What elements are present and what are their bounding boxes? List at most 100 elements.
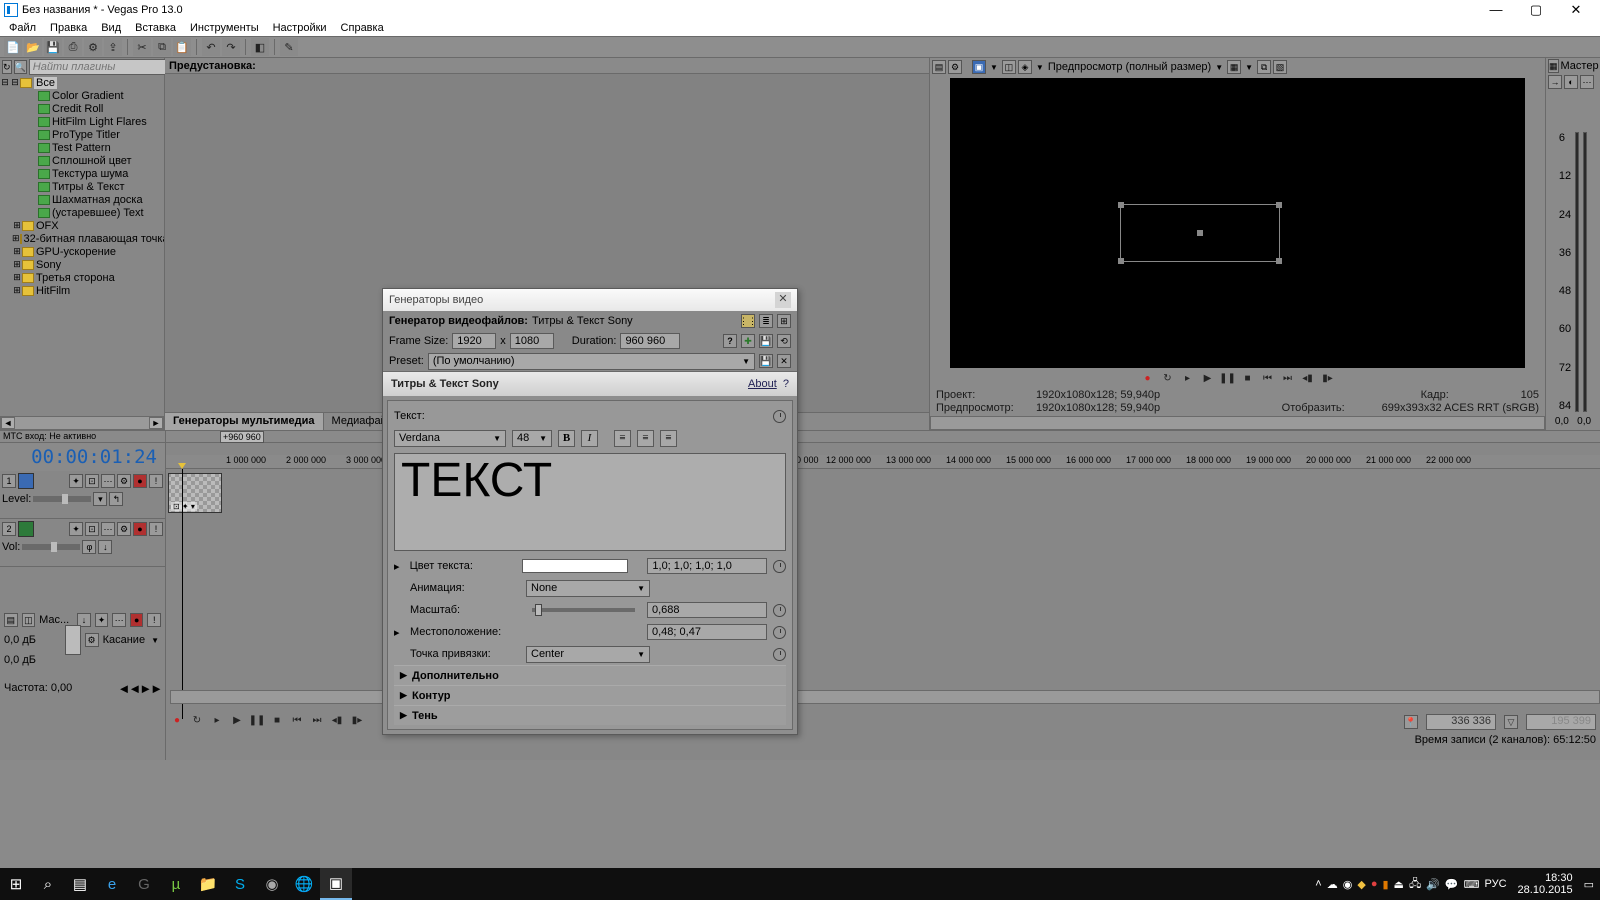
section-outline[interactable]: ▶Контур bbox=[394, 685, 786, 705]
frame-width-input[interactable] bbox=[452, 333, 496, 349]
list-view-icon[interactable]: ≣ bbox=[759, 314, 773, 328]
explorer-icon[interactable]: 📁 bbox=[192, 868, 224, 900]
edge-icon[interactable]: e bbox=[96, 868, 128, 900]
track-automation-button[interactable]: ⚙ bbox=[117, 474, 131, 488]
play-start-button[interactable]: ▸ bbox=[1181, 371, 1195, 385]
pos-marker-icon[interactable]: ▽ bbox=[1504, 715, 1518, 729]
master-icon[interactable]: ▦ bbox=[1548, 59, 1559, 73]
track-mute-button[interactable]: ● bbox=[133, 474, 147, 488]
track-motion-button[interactable]: ⊡ bbox=[85, 522, 99, 536]
tray-volume-icon[interactable]: 🔊 bbox=[1426, 878, 1440, 891]
tl-record-button[interactable]: ● bbox=[170, 713, 184, 727]
section-additional[interactable]: ▶Дополнительно bbox=[394, 665, 786, 685]
search-button[interactable]: ⌕ bbox=[32, 868, 64, 900]
system-tray[interactable]: ˄ ☁ ◉ ◆ ● ▮ ⏏ 🖧 🔊 💬 ⌨ РУС 18:30 28.10.20… bbox=[1309, 872, 1600, 896]
tl-play-start-button[interactable]: ▸ bbox=[210, 713, 224, 727]
duration-input[interactable] bbox=[620, 333, 680, 349]
align-right-button[interactable]: ≡ bbox=[660, 430, 677, 447]
preview-ext-icon[interactable]: ▤ bbox=[932, 60, 946, 74]
tray-lang[interactable]: РУС bbox=[1485, 878, 1507, 890]
grid-view-icon[interactable]: ⊞ bbox=[777, 314, 791, 328]
prev-frame-button[interactable]: ◂▮ bbox=[1301, 371, 1315, 385]
pos-selection-start[interactable]: 336 336 bbox=[1426, 714, 1496, 730]
minimize-button[interactable]: — bbox=[1476, 0, 1516, 19]
mixer-solo-icon[interactable]: ⋯ bbox=[112, 613, 126, 627]
bold-button[interactable]: B bbox=[558, 430, 575, 447]
record-button[interactable]: ● bbox=[1141, 371, 1155, 385]
align-left-button[interactable]: ≡ bbox=[614, 430, 631, 447]
quality-icon[interactable]: ◈ bbox=[1018, 60, 1032, 74]
keyframe-icon[interactable] bbox=[773, 560, 786, 573]
tab-media-generators[interactable]: Генераторы мультимедиа bbox=[165, 413, 324, 430]
playhead[interactable] bbox=[182, 469, 183, 719]
new-icon[interactable]: 📄 bbox=[4, 38, 22, 56]
help-link[interactable]: ? bbox=[783, 378, 789, 390]
snap-label[interactable]: Касание bbox=[103, 634, 145, 646]
master-mute-icon[interactable]: ◐ bbox=[1564, 75, 1578, 89]
mixer-icon[interactable]: ▤ bbox=[4, 613, 18, 627]
track-more-button[interactable]: ⋯ bbox=[101, 522, 115, 536]
delete-preset-icon[interactable]: ✕ bbox=[777, 354, 791, 368]
copy-icon[interactable]: ⧉ bbox=[153, 38, 171, 56]
track-mute-button[interactable]: ● bbox=[133, 522, 147, 536]
anchor-combo[interactable]: Center▼ bbox=[526, 646, 650, 663]
color-value-input[interactable] bbox=[647, 558, 767, 574]
tray-chevron-icon[interactable]: ˄ bbox=[1315, 878, 1321, 890]
menu-tools[interactable]: Инструменты bbox=[183, 22, 266, 34]
tray-app-icon[interactable]: ▮ bbox=[1382, 878, 1388, 891]
next-frame-button[interactable]: ▮▸ bbox=[1321, 371, 1335, 385]
tray-usb-icon[interactable]: ⏏ bbox=[1394, 878, 1404, 891]
track-fx-button[interactable]: ✦ bbox=[69, 474, 83, 488]
tl-pause-button[interactable]: ❚❚ bbox=[250, 713, 264, 727]
help-icon[interactable]: ? bbox=[723, 334, 737, 348]
search-icon[interactable]: 🔍 bbox=[14, 60, 27, 74]
sidebar-hscroll[interactable]: ◄► bbox=[0, 416, 164, 430]
redo-icon[interactable]: ↷ bbox=[222, 38, 240, 56]
replace-icon[interactable]: ⟲ bbox=[777, 334, 791, 348]
tray-notifications-icon[interactable]: ▭ bbox=[1584, 878, 1594, 891]
split-icon[interactable]: ◫ bbox=[1002, 60, 1016, 74]
go-end-button[interactable]: ⏭ bbox=[1281, 371, 1295, 385]
utorrent-icon[interactable]: µ bbox=[160, 868, 192, 900]
menu-view[interactable]: Вид bbox=[94, 22, 128, 34]
section-shadow[interactable]: ▶Тень bbox=[394, 705, 786, 725]
parent-button[interactable]: ↰ bbox=[109, 492, 123, 506]
save-preset-icon[interactable]: 💾 bbox=[759, 334, 773, 348]
tray-keyboard-icon[interactable]: ⌨ bbox=[1464, 878, 1480, 891]
stop-button[interactable]: ■ bbox=[1241, 371, 1255, 385]
region-marker[interactable]: +960 960 bbox=[220, 431, 264, 443]
color-swatch[interactable] bbox=[522, 559, 628, 573]
tray-cloud-icon[interactable]: ☁ bbox=[1327, 878, 1338, 891]
undo-icon[interactable]: ↶ bbox=[202, 38, 220, 56]
skype-icon[interactable]: S bbox=[224, 868, 256, 900]
location-value-input[interactable] bbox=[647, 624, 767, 640]
tool-icon[interactable]: ✎ bbox=[280, 38, 298, 56]
track-solo-button[interactable]: ! bbox=[149, 474, 163, 488]
video-track-header[interactable]: 1✦⊡⋯⚙●! Level: ▾↰ bbox=[0, 471, 165, 519]
scale-value-input[interactable] bbox=[647, 602, 767, 618]
close-button[interactable]: ✕ bbox=[1556, 0, 1596, 19]
open-icon[interactable]: 📂 bbox=[24, 38, 42, 56]
task-view-button[interactable]: ▤ bbox=[64, 868, 96, 900]
save-frame-icon[interactable]: ▧ bbox=[1273, 60, 1287, 74]
tl-stop-button[interactable]: ■ bbox=[270, 713, 284, 727]
tray-msg-icon[interactable]: 💬 bbox=[1445, 878, 1459, 891]
tray-network-icon[interactable]: 🖧 bbox=[1409, 875, 1421, 894]
mixer-fx-icon[interactable]: ✦ bbox=[95, 613, 109, 627]
maximize-button[interactable]: ▢ bbox=[1516, 0, 1556, 19]
play-button[interactable]: ▶ bbox=[1201, 371, 1215, 385]
chrome-icon[interactable]: 🌐 bbox=[288, 868, 320, 900]
track-automation-button[interactable]: ⚙ bbox=[117, 522, 131, 536]
frame-height-input[interactable] bbox=[510, 333, 554, 349]
fontsize-combo[interactable]: 48▼ bbox=[512, 430, 552, 447]
add-plugin-icon[interactable]: ✚ bbox=[741, 334, 755, 348]
dialog-close-button[interactable]: ✕ bbox=[775, 292, 791, 308]
track-level-slider[interactable] bbox=[33, 496, 91, 502]
tray-clock[interactable]: 18:30 28.10.2015 bbox=[1512, 872, 1579, 896]
track-fx-button[interactable]: ✦ bbox=[69, 522, 83, 536]
paste-icon[interactable]: 📋 bbox=[173, 38, 191, 56]
vegas-taskbar-icon[interactable]: ▣ bbox=[320, 868, 352, 900]
timecode-display[interactable]: 00:00:01:24 bbox=[0, 443, 165, 471]
comp-mode-button[interactable]: ▾ bbox=[93, 492, 107, 506]
menu-insert[interactable]: Вставка bbox=[128, 22, 183, 34]
